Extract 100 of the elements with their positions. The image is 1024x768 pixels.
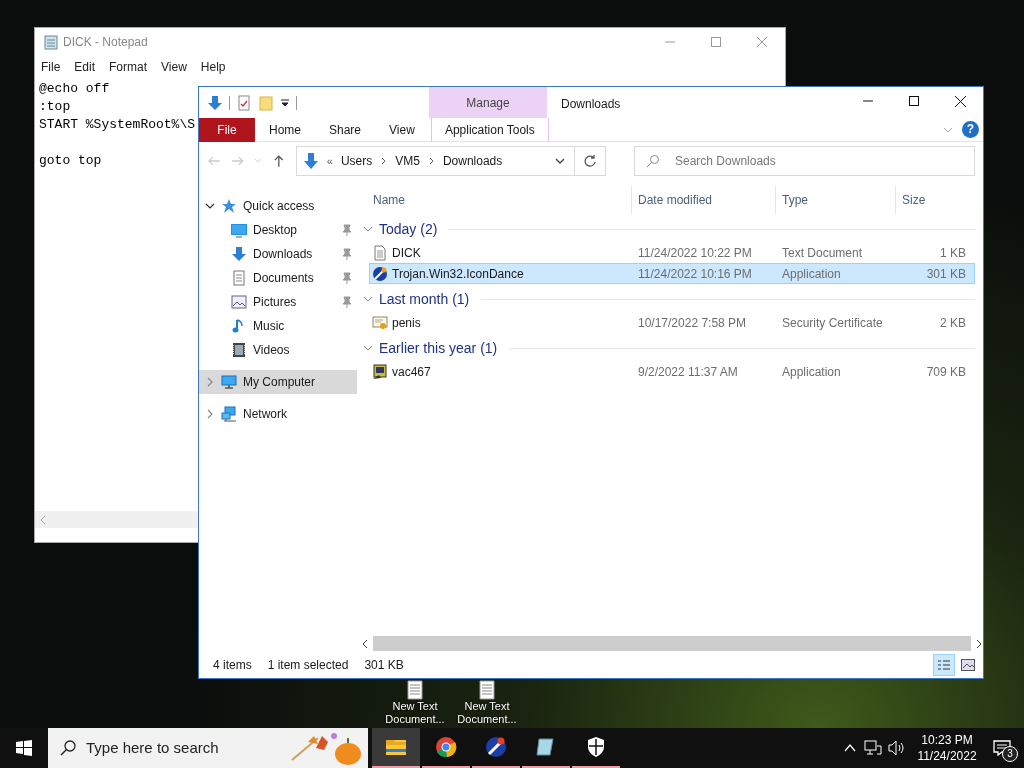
text-file-icon[interactable] [407, 680, 423, 700]
status-text: 1 item selected [267, 657, 349, 674]
help-button[interactable]: ? [962, 121, 979, 138]
file-row[interactable]: vac467 9/2/2022 11:37 AM Application 709 KB [369, 361, 975, 382]
breadcrumb-link[interactable]: VM5 [395, 152, 420, 170]
download-arrow-icon [231, 246, 247, 262]
breadcrumb-link[interactable]: Users [340, 152, 373, 170]
text-file-icon [372, 244, 388, 261]
clock-date[interactable]: 11/24/2022 [917, 748, 977, 764]
details-list-icon [937, 659, 951, 671]
breadcrumb-link[interactable]: Downloads [442, 152, 503, 170]
scroll-right-icon[interactable] [975, 639, 983, 648]
notepad-icon [43, 34, 59, 50]
chevron-right-icon[interactable] [205, 409, 215, 419]
download-arrow-icon[interactable] [207, 94, 223, 111]
search-placeholder: Type here to search [86, 737, 219, 758]
status-text: 301 KB [364, 657, 404, 674]
menu-item[interactable]: View [161, 58, 187, 76]
nav-item[interactable]: My Computer [199, 370, 357, 394]
nav-item[interactable]: Desktop [199, 218, 357, 242]
taskbar-search-box[interactable]: Type here to search [48, 728, 368, 768]
address-bar[interactable]: « Users VM5 Downloads [295, 146, 606, 176]
dropdown-icon[interactable] [280, 97, 290, 108]
desktop-icon-label[interactable]: New Text Document... [452, 700, 522, 726]
windows-logo-icon [16, 740, 32, 756]
pin-icon[interactable] [341, 272, 353, 284]
horizontal-scrollbar[interactable] [35, 511, 198, 528]
menu-item[interactable]: File [41, 58, 61, 76]
chevron-right-icon [427, 157, 435, 165]
status-text: 4 items [213, 657, 252, 674]
text-line: @echo off [39, 80, 110, 98]
setup-app-icon [372, 363, 388, 380]
speaker-icon[interactable] [888, 740, 906, 756]
chevron-right-icon[interactable] [205, 377, 215, 387]
window-title: DICK - Notepad [63, 34, 148, 51]
menu-item[interactable]: Format [109, 58, 148, 76]
text-file-icon[interactable] [479, 680, 495, 700]
notification-count-badge: 3 [1002, 746, 1018, 762]
menu-item[interactable]: Help [200, 58, 226, 76]
picture-icon [961, 659, 975, 671]
ribbon-tab[interactable]: Share [315, 117, 376, 142]
chevron-right-icon [380, 157, 388, 165]
chevron-down-icon[interactable] [205, 201, 215, 211]
document-icon [231, 270, 247, 286]
network-icon [221, 406, 237, 422]
desktop-icon-label[interactable]: New Text Document... [380, 700, 450, 726]
overflow-chevrons[interactable]: « [326, 152, 333, 170]
nav-item[interactable]: Downloads [199, 242, 357, 266]
taskbar-app-button[interactable] [372, 728, 420, 768]
group-header[interactable]: Earlier this year (1) [379, 337, 498, 359]
file-row[interactable]: Trojan.Win32.IconDance 11/24/2022 10:16 PM Application 301 KB [369, 263, 975, 284]
scroll-left-icon[interactable] [361, 639, 369, 648]
up-arrow-icon[interactable] [272, 154, 286, 168]
star-icon [221, 198, 237, 214]
pin-icon[interactable] [341, 296, 353, 308]
wand-app-icon [484, 735, 508, 759]
file-row[interactable]: penis 10/17/2022 7:58 PM Security Certificate 2 KB [369, 312, 975, 333]
browser-icon [434, 735, 458, 759]
scrollbar-thumb[interactable] [373, 636, 971, 651]
nav-item[interactable]: Music [199, 314, 357, 338]
group-header[interactable]: Today (2) [379, 218, 438, 240]
horizontal-scrollbar[interactable] [361, 635, 983, 652]
clock-time[interactable]: 10:23 PM [921, 732, 973, 748]
nav-item[interactable]: Network [199, 402, 357, 426]
maximize-icon [909, 96, 919, 106]
nav-item[interactable]: Documents [199, 266, 357, 290]
network-icon[interactable] [864, 740, 882, 756]
column-header[interactable]: Name [361, 186, 631, 214]
pin-icon[interactable] [341, 224, 353, 236]
group-header[interactable]: Last month (1) [379, 288, 470, 310]
close-icon [954, 95, 966, 107]
file-row[interactable]: DICK 11/24/2022 10:22 PM Text Document 1 KB [369, 242, 975, 263]
pin-icon[interactable] [341, 248, 353, 260]
column-header[interactable]: Size [895, 186, 975, 214]
properties-icon[interactable] [236, 94, 252, 111]
notification-center-button[interactable]: 3 [980, 728, 1024, 768]
search-icon [60, 740, 76, 756]
ribbon-tab[interactable]: View [375, 117, 429, 142]
close-icon [757, 37, 767, 47]
refresh-icon[interactable] [583, 154, 597, 168]
wand-app-icon [372, 265, 388, 282]
picture-icon [231, 294, 247, 310]
search-field[interactable]: Search Downloads [634, 146, 975, 176]
text-line: START %SystemRoot%\S [39, 116, 196, 134]
menu-item[interactable]: Edit [74, 58, 96, 76]
nav-item[interactable]: Quick access [199, 194, 357, 218]
nav-item[interactable]: Pictures [199, 290, 357, 314]
certificate-icon [372, 314, 388, 331]
chevron-up-icon[interactable] [844, 743, 856, 753]
window-title: Downloads [561, 96, 621, 113]
maximize-icon [711, 37, 721, 47]
ribbon-tab[interactable]: File [199, 117, 255, 142]
text-line: :top [39, 98, 71, 116]
column-header[interactable]: Type [775, 186, 895, 214]
nav-item[interactable]: Videos [199, 338, 357, 362]
context-tab-group: Manage [429, 87, 547, 118]
column-header[interactable]: Date modified [631, 186, 775, 214]
ribbon-tab[interactable]: Home [255, 117, 315, 142]
search-icon [646, 154, 660, 168]
ribbon-tab[interactable]: Application Tools [430, 117, 549, 142]
